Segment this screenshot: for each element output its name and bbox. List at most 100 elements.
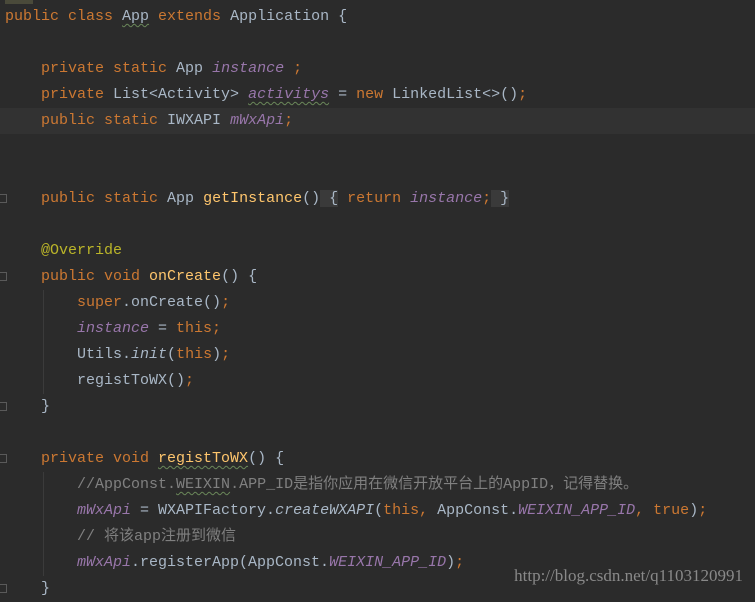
code-token: //AppConst. bbox=[77, 476, 177, 493]
code-token: return bbox=[338, 190, 411, 207]
fold-toggle-icon[interactable] bbox=[0, 402, 7, 411]
code-token: ; bbox=[455, 554, 465, 571]
code-token: ; bbox=[284, 60, 303, 77]
code-line[interactable]: Utils.init(this); bbox=[0, 342, 755, 368]
code-line[interactable]: registToWX(); bbox=[0, 368, 755, 394]
code-token: this; bbox=[176, 320, 222, 337]
code-line[interactable] bbox=[0, 160, 755, 186]
code-token: App bbox=[122, 8, 150, 25]
code-token: private bbox=[41, 86, 114, 103]
code-token: mWxApi bbox=[77, 554, 132, 571]
code-token: public class bbox=[5, 8, 123, 25]
indent-guide bbox=[43, 472, 44, 576]
code-token: instance bbox=[410, 190, 483, 207]
fold-toggle-icon[interactable] bbox=[0, 584, 7, 593]
code-line[interactable] bbox=[0, 212, 755, 238]
fold-toggle-icon[interactable] bbox=[0, 454, 7, 463]
fold-toggle-icon[interactable] bbox=[0, 272, 7, 281]
code-token: .APP_ID是指你应用在微信开放平台上的AppID，记得替换。 bbox=[230, 476, 639, 493]
code-line[interactable]: mWxApi = WXAPIFactory.createWXAPI(this, … bbox=[0, 498, 755, 524]
fold-toggle-icon[interactable] bbox=[0, 194, 7, 203]
code-token: instance bbox=[212, 60, 285, 77]
code-line[interactable]: public static App getInstance() { return… bbox=[0, 186, 755, 212]
code-token: ; bbox=[185, 372, 195, 389]
code-token: .onCreate() bbox=[122, 294, 222, 311]
code-token: WEIXIN bbox=[176, 476, 231, 493]
code-line[interactable]: } bbox=[0, 394, 755, 420]
code-token: extends bbox=[149, 8, 231, 25]
code-line[interactable]: super.onCreate(); bbox=[0, 290, 755, 316]
code-token: .registerApp(AppConst. bbox=[131, 554, 330, 571]
code-line[interactable] bbox=[0, 134, 755, 160]
code-token: } bbox=[491, 190, 510, 207]
code-token: Application { bbox=[230, 8, 348, 25]
code-token: } bbox=[41, 398, 51, 415]
code-token: { bbox=[320, 190, 339, 207]
code-token: registToWX() bbox=[77, 372, 186, 389]
code-line[interactable]: public static IWXAPI mWxApi; bbox=[0, 108, 755, 134]
code-line[interactable]: private void registToWX() { bbox=[0, 446, 755, 472]
code-token: = bbox=[149, 320, 177, 337]
code-token: IWXAPI bbox=[167, 112, 231, 129]
code-token: this bbox=[176, 346, 213, 363]
code-token: () bbox=[302, 190, 321, 207]
code-line[interactable]: public void onCreate() { bbox=[0, 264, 755, 290]
indent-guide bbox=[43, 290, 44, 394]
code-token: ; bbox=[221, 294, 231, 311]
code-token: ; bbox=[482, 190, 492, 207]
code-token: WEIXIN_APP_ID bbox=[329, 554, 447, 571]
code-token: WEIXIN_APP_ID bbox=[518, 502, 636, 519]
code-token: ; bbox=[698, 502, 708, 519]
code-line[interactable]: instance = this; bbox=[0, 316, 755, 342]
code-token: , true bbox=[635, 502, 690, 519]
code-line[interactable]: // 将该app注册到微信 bbox=[0, 524, 755, 550]
code-token: AppConst. bbox=[437, 502, 519, 519]
code-token: = WXAPIFactory. bbox=[131, 502, 276, 519]
code-line[interactable]: private static App instance ; bbox=[0, 56, 755, 82]
code-token: App bbox=[167, 190, 204, 207]
code-line[interactable]: @Override bbox=[0, 238, 755, 264]
code-token: ) bbox=[689, 502, 699, 519]
code-token: public static bbox=[41, 112, 168, 129]
code-token: @Override bbox=[41, 242, 123, 259]
code-token: mWxApi bbox=[230, 112, 285, 129]
code-line[interactable] bbox=[0, 420, 755, 446]
watermark: http://blog.csdn.net/q1103120991 bbox=[514, 566, 743, 585]
code-token: private void bbox=[41, 450, 159, 467]
code-line[interactable]: private List<Activity> activitys = new L… bbox=[0, 82, 755, 108]
code-token: ) bbox=[446, 554, 456, 571]
code-token: private static bbox=[41, 60, 177, 77]
code-editor[interactable]: public class App extends Application { p… bbox=[0, 4, 755, 602]
code-token: activitys bbox=[248, 86, 330, 103]
code-token: App bbox=[176, 60, 213, 77]
code-token: onCreate bbox=[149, 268, 222, 285]
code-token: Utils. bbox=[77, 346, 132, 363]
code-line[interactable]: public class App extends Application { bbox=[0, 4, 755, 30]
code-token: () { bbox=[248, 450, 285, 467]
code-token: LinkedList<>() bbox=[392, 86, 519, 103]
code-token: = bbox=[329, 86, 357, 103]
code-line[interactable] bbox=[0, 30, 755, 56]
code-token: // 将该app注册到微信 bbox=[77, 528, 237, 545]
code-token: registToWX bbox=[158, 450, 249, 467]
code-token: super bbox=[77, 294, 123, 311]
code-token: ; bbox=[284, 112, 294, 129]
code-token: public void bbox=[41, 268, 150, 285]
code-token: ) bbox=[212, 346, 222, 363]
code-line[interactable]: //AppConst.WEIXIN.APP_ID是指你应用在微信开放平台上的Ap… bbox=[0, 472, 755, 498]
